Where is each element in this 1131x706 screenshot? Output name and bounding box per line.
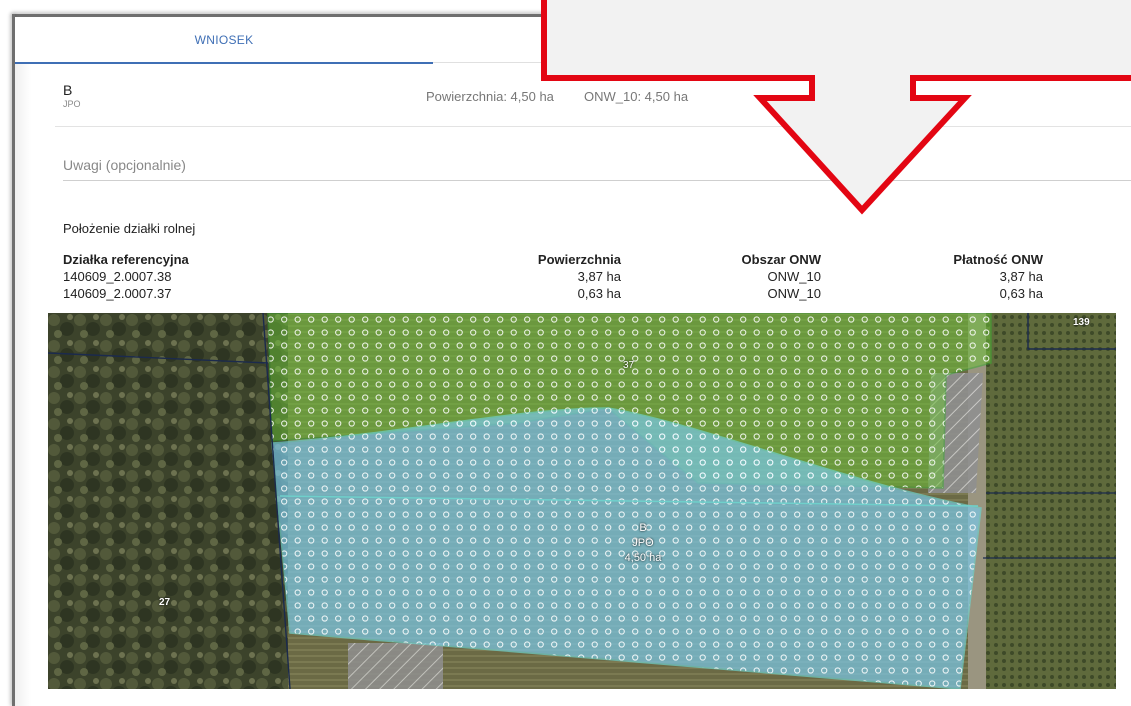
cell-onw-payment: 3,87 ha <box>999 269 1043 284</box>
header-onw-zone: Obszar ONW <box>741 252 821 267</box>
road <box>968 313 986 689</box>
cell-onw-payment: 0,63 ha <box>999 286 1043 301</box>
reference-parcels-table: Działka referencyjna Powierzchnia Obszar… <box>63 251 1043 302</box>
excluded-area <box>348 643 443 689</box>
header-reference-parcel: Działka referencyjna <box>63 252 189 267</box>
orchard-area <box>983 313 1116 689</box>
active-tab-indicator <box>15 62 433 64</box>
cell-reference-parcel: 140609_2.0007.38 <box>63 269 172 284</box>
plot-area: Powierzchnia: 4,50 ha <box>426 89 554 104</box>
cell-area: 0,63 ha <box>577 286 621 301</box>
header-onw-payment: Płatność ONW <box>953 252 1043 267</box>
tab-wniosek-label: WNIOSEK <box>194 33 254 47</box>
plot-b-label-name: B <box>639 522 647 534</box>
location-section-title: Położenie działki rolnej <box>63 221 196 236</box>
header-area: Powierzchnia <box>537 252 621 267</box>
table-header-row: Działka referencyjna Powierzchnia Obszar… <box>63 251 1043 268</box>
parcel-label-37: 37 <box>623 360 635 371</box>
cell-area: 3,87 ha <box>577 269 621 284</box>
parcel-label-27: 27 <box>159 597 171 608</box>
table-row: 140609_2.0007.38 3,87 ha ONW_10 3,87 ha <box>63 268 1043 285</box>
plot-b-label-area: 4,50 ha <box>624 552 662 564</box>
plot-type: JPO <box>63 99 81 109</box>
cell-reference-parcel: 140609_2.0007.37 <box>63 286 172 301</box>
content-edge-shadow <box>15 64 31 706</box>
remarks-placeholder: Uwagi (opcjonalnie) <box>63 157 186 173</box>
plot-b-label: B JPO 4,50 ha <box>608 521 678 566</box>
remarks-field[interactable]: Uwagi (opcjonalnie) <box>63 157 1131 181</box>
tab-wniosek[interactable]: WNIOSEK <box>15 17 433 64</box>
parcel-label-139: 139 <box>1073 317 1090 328</box>
divider <box>55 126 1131 127</box>
plot-onw-area: ONW_10: 4,50 ha <box>584 89 689 104</box>
cell-onw-zone: ONW_10 <box>767 269 821 284</box>
plot-name: B <box>63 82 73 98</box>
forest-area <box>48 313 288 689</box>
plot-b-label-type: JPO <box>632 537 654 549</box>
cell-onw-zone: ONW_10 <box>767 286 821 301</box>
table-row: 140609_2.0007.37 0,63 ha ONW_10 0,63 ha <box>63 285 1043 302</box>
parcel-map[interactable]: 37 139 27 B JPO 4,50 ha <box>48 313 1116 689</box>
tab-bar: WNIOSEK <box>15 17 1131 64</box>
